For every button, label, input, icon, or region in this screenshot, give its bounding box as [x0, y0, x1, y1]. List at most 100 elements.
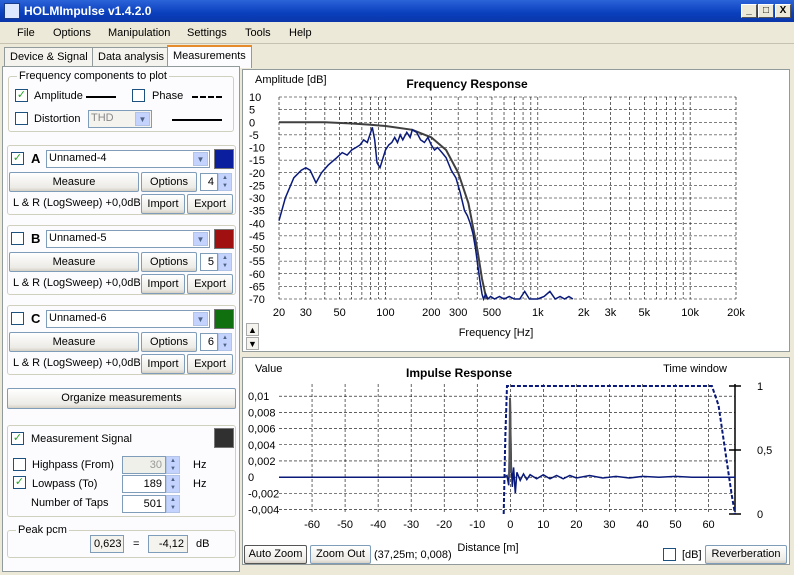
measurement-signal-color[interactable]	[214, 428, 234, 448]
menu-settings[interactable]: Settings	[187, 27, 227, 39]
measurement-c-select[interactable]: Unnamed-6 ▼	[46, 310, 210, 328]
taps-spinner[interactable]: ▲ ▼	[166, 495, 180, 513]
measurement-c-color[interactable]	[214, 309, 234, 329]
highpass-label: Highpass (From)	[32, 459, 114, 471]
menu-file[interactable]: File	[17, 27, 35, 39]
minimize-button[interactable]: _	[741, 4, 757, 18]
amplitude-checkbox[interactable]: ✓	[15, 89, 28, 102]
tab-data-analysis[interactable]: Data analysis	[92, 47, 171, 67]
measurement-b-spinner[interactable]: ▲ ▼	[218, 253, 232, 271]
freq-title: Frequency Response	[406, 77, 528, 91]
freq-xtick-label: 2k	[578, 307, 590, 319]
imp-xlabel: Distance [m]	[457, 542, 518, 554]
measurement-c-signal: L & R (LogSweep) +0,0dB	[13, 357, 141, 369]
freq-ytick-label: 5	[249, 105, 255, 117]
measurement-c-measure-button[interactable]: Measure	[9, 332, 139, 352]
frequency-response-panel[interactable]: Amplitude [dB] Frequency Response Freque…	[242, 69, 790, 352]
menu-manipulation[interactable]: Manipulation	[108, 27, 170, 39]
distortion-checkbox[interactable]	[15, 112, 28, 125]
measurement-a-spinner[interactable]: ▲ ▼	[218, 173, 232, 191]
frequency-response-chart[interactable]: Amplitude [dB] Frequency Response Freque…	[243, 70, 791, 353]
measurement-b-import-button[interactable]: Import	[141, 274, 185, 294]
imp-ytick-label: 0,002	[248, 456, 276, 468]
measurement-c-export-button[interactable]: Export	[187, 354, 233, 374]
freq-ytick-label: -35	[249, 206, 265, 218]
measurement-b-color[interactable]	[214, 229, 234, 249]
measurement-c-import-button[interactable]: Import	[141, 354, 185, 374]
auto-zoom-button[interactable]: Auto Zoom	[244, 545, 307, 564]
measurement-a-checkbox[interactable]: ✓	[11, 152, 24, 165]
menu-tools[interactable]: Tools	[245, 27, 271, 39]
freq-ytick-label: -30	[249, 193, 265, 205]
imp-ytick-label: 0,006	[248, 424, 276, 436]
measurement-c-checkbox[interactable]	[11, 312, 24, 325]
highpass-field[interactable]: 30	[122, 456, 166, 474]
distortion-select[interactable]: THD ▼	[88, 110, 152, 128]
measurement-a-measure-button[interactable]: Measure	[9, 172, 139, 192]
highpass-unit: Hz	[193, 459, 207, 471]
organize-measurements-button[interactable]: Organize measurements	[7, 388, 236, 409]
lowpass-field[interactable]: 189	[122, 475, 166, 493]
taps-label: Number of Taps	[31, 497, 109, 509]
peak-equals: =	[133, 538, 140, 550]
freq-ytick-label: -20	[249, 168, 265, 180]
measurement-a-color[interactable]	[214, 149, 234, 169]
freq-xtick-label: 50	[333, 307, 345, 319]
measurement-b-letter: B	[31, 231, 41, 246]
menu-help[interactable]: Help	[289, 27, 312, 39]
highpass-checkbox[interactable]	[13, 458, 26, 471]
peak-label: Peak pcm	[16, 524, 69, 536]
imp-xtick-label: -50	[337, 519, 353, 531]
measurement-a-export-button[interactable]: Export	[187, 194, 233, 214]
impulse-response-chart[interactable]: Value Impulse Response Time window Dista…	[243, 358, 791, 566]
db-checkbox[interactable]	[663, 548, 676, 561]
measurement-b-options-button[interactable]: Options	[141, 252, 197, 272]
measurement-a-signal: L & R (LogSweep) +0,0dB	[13, 197, 141, 209]
scroll-down-icon[interactable]: ▼	[246, 337, 259, 350]
measurement-signal-checkbox[interactable]: ✓	[11, 432, 24, 445]
db-label: [dB]	[682, 549, 702, 561]
measurement-a-select[interactable]: Unnamed-4 ▼	[46, 150, 210, 168]
measurement-c-spinner[interactable]: ▲ ▼	[218, 333, 232, 351]
phase-checkbox[interactable]	[132, 89, 145, 102]
zoom-out-button[interactable]: Zoom Out	[310, 545, 371, 564]
menu-options[interactable]: Options	[53, 27, 91, 39]
measurement-b-checkbox[interactable]	[11, 232, 24, 245]
imp-ytick-label: 0,01	[248, 391, 269, 403]
measurement-c-options-button[interactable]: Options	[141, 332, 197, 352]
measurement-a-import-button[interactable]: Import	[141, 194, 185, 214]
tab-device-signal[interactable]: Device & Signal	[4, 47, 94, 67]
imp-xtick-label: -10	[469, 519, 485, 531]
lowpass-checkbox[interactable]: ✓	[13, 476, 26, 489]
impulse-peak	[508, 397, 512, 478]
freq-ytick-label: 10	[249, 92, 261, 104]
maximize-button[interactable]: □	[758, 4, 774, 18]
lowpass-spinner[interactable]: ▲ ▼	[166, 475, 180, 493]
freq-xtick-label: 200	[422, 307, 440, 319]
measurement-b-select[interactable]: Unnamed-5 ▼	[46, 230, 210, 248]
measurement-a-options-button[interactable]: Options	[141, 172, 197, 192]
imp-ytick-label: 0,004	[248, 440, 276, 452]
taps-field[interactable]: 501	[122, 495, 166, 513]
measurement-b-measure-button[interactable]: Measure	[9, 252, 139, 272]
measurement-b-count[interactable]: 5	[200, 253, 218, 271]
reverberation-button[interactable]: Reverberation	[705, 545, 787, 564]
chevron-down-icon: ▼	[193, 152, 208, 166]
freq-ytick-label: -40	[249, 218, 265, 230]
highpass-spinner[interactable]: ▲ ▼	[166, 456, 180, 474]
imp-xtick-label: 0	[507, 519, 513, 531]
measurement-a-count[interactable]: 4	[200, 173, 218, 191]
chevron-down-icon: ▼	[193, 312, 208, 326]
peak-db: -4,12	[148, 535, 188, 553]
lowpass-label: Lowpass (To)	[32, 478, 98, 490]
imp-xtick-label: 40	[636, 519, 648, 531]
freq-ytick-label: -10	[249, 143, 265, 155]
scroll-up-icon[interactable]: ▲	[246, 323, 259, 336]
close-button[interactable]: X	[775, 4, 791, 18]
freq-ytick-label: 0	[249, 117, 255, 129]
tab-measurements[interactable]: Measurements	[167, 45, 252, 68]
measurement-c-count[interactable]: 6	[200, 333, 218, 351]
impulse-response-panel[interactable]: Value Impulse Response Time window Dista…	[242, 357, 790, 565]
imp-ytick-label: -0,002	[248, 488, 279, 500]
measurement-b-export-button[interactable]: Export	[187, 274, 233, 294]
